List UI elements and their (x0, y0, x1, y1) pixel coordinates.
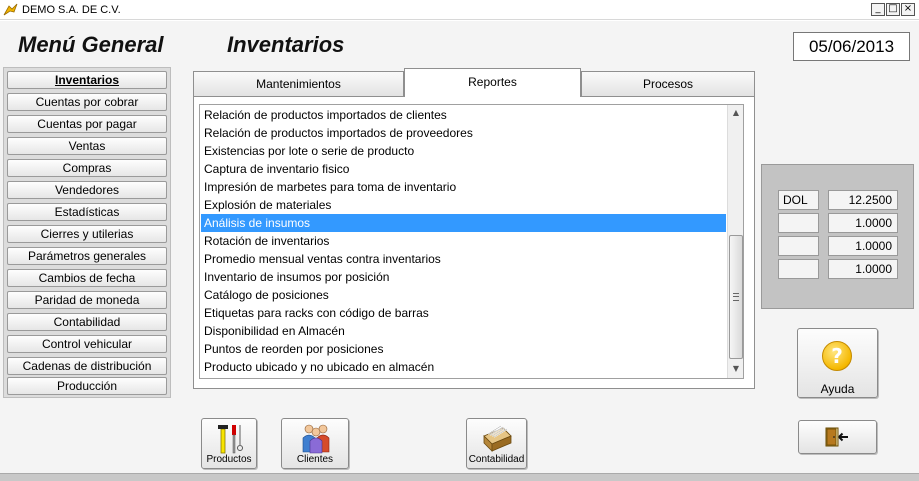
scroll-thumb[interactable] (729, 235, 743, 359)
card-file-icon (483, 425, 512, 452)
clients-button-label: Clientes (296, 454, 334, 465)
menu-item-compras[interactable]: Compras (7, 159, 167, 177)
tab-procesos[interactable]: Procesos (581, 71, 755, 96)
currency-code-field (778, 259, 819, 279)
grip-icon (733, 293, 739, 301)
list-item[interactable]: Rotación de inventarios (201, 232, 726, 250)
exit-door-icon (825, 427, 848, 447)
help-button-label: Ayuda (820, 382, 855, 396)
list-item[interactable]: Existencias por lote o serie de producto (201, 142, 726, 160)
tab-reportes[interactable]: Reportes (404, 68, 581, 97)
currency-code-field: DOL (778, 190, 819, 210)
tab-mantenimientos[interactable]: Mantenimientos (193, 71, 404, 96)
menu-item-ventas[interactable]: Ventas (7, 137, 167, 155)
close-icon[interactable]: × (901, 3, 915, 16)
title-bar: DEMO S.A. DE C.V. _ □ × (0, 0, 919, 20)
yellow-bird-icon (3, 3, 18, 16)
menu-item-control-vehicular[interactable]: Control vehicular (7, 335, 167, 353)
section-title: Inventarios (227, 32, 345, 57)
menu-item-parametros-generales[interactable]: Parámetros generales (7, 247, 167, 265)
tools-icon (218, 425, 243, 454)
status-strip (0, 473, 919, 481)
currency-code-field (778, 236, 819, 256)
exchange-rate-field: 12.2500 (828, 190, 898, 210)
menu-item-produccion[interactable]: Producción (7, 377, 167, 395)
list-item[interactable]: Relación de productos importados de clie… (201, 106, 726, 124)
list-item[interactable]: Explosión de materiales (201, 196, 726, 214)
menu-item-paridad-de-moneda[interactable]: Paridad de moneda (7, 291, 167, 309)
list-item[interactable]: Promedio mensual ventas contra inventari… (201, 250, 726, 268)
menu-item-inventarios[interactable]: Inventarios (7, 71, 167, 89)
currency-rates-panel: DOL 12.2500 1.0000 1.0000 1.0000 (761, 164, 914, 309)
menu-item-cierres-y-utilerias[interactable]: Cierres y utilerias (7, 225, 167, 243)
menu-title: Menú General (18, 32, 164, 57)
people-icon (302, 424, 330, 454)
products-button-label: Productos (206, 454, 252, 465)
products-button[interactable]: Productos (201, 418, 257, 469)
exit-button[interactable] (798, 420, 877, 454)
menu-item-cambios-de-fecha[interactable]: Cambios de fecha (7, 269, 167, 287)
list-item[interactable]: Relación de productos importados de prov… (201, 124, 726, 142)
exchange-rate-field: 1.0000 (828, 236, 898, 256)
maximize-icon[interactable]: □ (886, 3, 900, 16)
list-item[interactable]: Impresión de marbetes para toma de inven… (201, 178, 726, 196)
date-display: 05/06/2013 (793, 32, 910, 61)
exchange-rate-field: 1.0000 (828, 213, 898, 233)
question-mark-icon: ? (822, 341, 852, 371)
currency-code-field (778, 213, 819, 233)
clients-button[interactable]: Clientes (281, 418, 349, 469)
list-item[interactable]: Disponibilidad en Almacén (201, 322, 726, 340)
menu-item-estadisticas[interactable]: Estadísticas (7, 203, 167, 221)
list-item[interactable]: Captura de inventario fisico (201, 160, 726, 178)
menu-item-cuentas-por-cobrar[interactable]: Cuentas por cobrar (7, 93, 167, 111)
menu-item-contabilidad[interactable]: Contabilidad (7, 313, 167, 331)
menu-item-cuentas-por-pagar[interactable]: Cuentas por pagar (7, 115, 167, 133)
window-title: DEMO S.A. DE C.V. (22, 4, 121, 16)
minimize-icon[interactable]: _ (871, 3, 885, 16)
menu-item-cadenas-de-distribucion[interactable]: Cadenas de distribución (7, 357, 167, 375)
list-item[interactable]: Catálogo de posiciones (201, 286, 726, 304)
menu-item-vendedores[interactable]: Vendedores (7, 181, 167, 199)
module-menu: Inventarios Cuentas por cobrar Cuentas p… (3, 67, 171, 398)
accounting-button-label: Contabilidad (468, 454, 525, 465)
vertical-scrollbar[interactable]: ▲ ▼ (727, 105, 743, 378)
scroll-up-arrow-icon[interactable]: ▲ (728, 105, 743, 121)
exchange-rate-field: 1.0000 (828, 259, 898, 279)
report-list[interactable]: Relación de productos importados de clie… (199, 104, 744, 379)
accounting-button[interactable]: Contabilidad (466, 418, 527, 469)
list-item[interactable]: Puntos de reorden por posiciones (201, 340, 726, 358)
list-item[interactable]: Producto ubicado y no ubicado en almacén (201, 358, 726, 376)
help-button[interactable]: ? Ayuda (797, 328, 878, 398)
list-item[interactable]: Inventario de insumos por posición (201, 268, 726, 286)
scroll-down-arrow-icon[interactable]: ▼ (728, 361, 743, 377)
list-item-selected[interactable]: Análisis de insumos (201, 214, 726, 232)
list-item[interactable]: Etiquetas para racks con código de barra… (201, 304, 726, 322)
